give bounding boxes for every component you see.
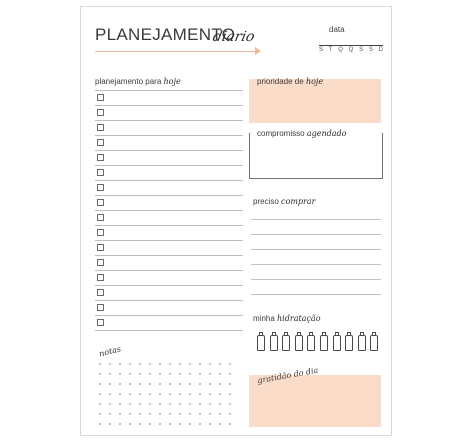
hydration-label: minha hidratação: [253, 314, 321, 323]
water-bottle-icon[interactable]: [294, 332, 303, 351]
weekday-sat[interactable]: S: [369, 47, 373, 53]
task-row[interactable]: [95, 241, 243, 256]
priority-label: prioridade de hoje: [257, 77, 323, 86]
weekday-tue[interactable]: T: [329, 47, 333, 53]
hydration-label-script: hidratação: [277, 314, 321, 323]
task-checkbox[interactable]: [97, 259, 104, 266]
appointments-box[interactable]: [249, 133, 383, 179]
title-underline: [95, 51, 259, 52]
task-checkbox[interactable]: [97, 319, 104, 326]
task-row[interactable]: [95, 166, 243, 181]
daily-planner-sheet: PLANEJAMENTO diario data S T Q Q S S D p…: [80, 6, 392, 436]
task-checkbox[interactable]: [97, 154, 104, 161]
weekday-thu[interactable]: Q: [349, 47, 354, 53]
title-arrow-icon: [255, 47, 261, 55]
task-row[interactable]: [95, 271, 243, 286]
priority-label-script: hoje: [305, 77, 324, 86]
shopping-line[interactable]: [251, 279, 381, 280]
task-checkbox[interactable]: [97, 199, 104, 206]
weekday-fri[interactable]: S: [359, 47, 363, 53]
water-bottle-icon[interactable]: [320, 332, 328, 351]
shopping-label: preciso comprar: [253, 197, 315, 206]
water-bottle-icon[interactable]: [307, 332, 316, 351]
task-checkbox[interactable]: [97, 274, 104, 281]
weekday-row: S T Q Q S S D: [319, 47, 383, 53]
task-checkbox[interactable]: [97, 169, 104, 176]
planning-label-text: planejamento para: [95, 77, 162, 86]
date-field-line[interactable]: [319, 45, 383, 46]
task-checkbox[interactable]: [97, 94, 104, 101]
task-row[interactable]: [95, 91, 243, 106]
water-bottle-icon[interactable]: [257, 332, 265, 351]
weekday-sun[interactable]: D: [379, 47, 383, 53]
task-row[interactable]: [95, 136, 243, 151]
task-row[interactable]: [95, 211, 243, 226]
task-row[interactable]: [95, 151, 243, 166]
water-bottle-icon[interactable]: [269, 332, 278, 351]
water-bottle-icon[interactable]: [282, 332, 291, 351]
task-checkbox[interactable]: [97, 184, 104, 191]
weekday-wed[interactable]: Q: [338, 47, 343, 53]
water-bottle-icon[interactable]: [345, 332, 354, 351]
weekday-mon[interactable]: S: [319, 47, 323, 53]
task-row[interactable]: [95, 196, 243, 211]
task-checkbox[interactable]: [97, 229, 104, 236]
task-row[interactable]: [95, 106, 243, 121]
shopping-label-script: comprar: [281, 197, 316, 206]
shopping-line[interactable]: [251, 264, 381, 265]
shopping-line[interactable]: [251, 249, 381, 250]
appointments-label: compromisso agendado: [257, 129, 350, 138]
notes-label: notas: [98, 344, 122, 359]
appointments-label-script: agendado: [306, 129, 347, 138]
shopping-label-text: preciso: [253, 197, 279, 206]
task-checkbox[interactable]: [97, 214, 104, 221]
shopping-line[interactable]: [251, 219, 381, 220]
task-row[interactable]: [95, 301, 243, 316]
task-checkbox[interactable]: [97, 289, 104, 296]
task-checkbox[interactable]: [97, 109, 104, 116]
task-checkbox[interactable]: [97, 304, 104, 311]
notes-dot-grid[interactable]: [95, 359, 235, 425]
planning-label: planejamento para hoje: [95, 77, 181, 86]
shopping-line[interactable]: [251, 234, 381, 235]
task-checkbox[interactable]: [97, 124, 104, 131]
task-checkbox[interactable]: [97, 244, 104, 251]
task-row[interactable]: [95, 256, 243, 271]
page-title-script: diario: [211, 29, 257, 45]
water-bottle-icon[interactable]: [370, 332, 379, 351]
hydration-label-text: minha: [253, 314, 275, 323]
task-checkbox[interactable]: [97, 139, 104, 146]
appointments-label-text: compromisso: [257, 129, 305, 138]
task-row[interactable]: [95, 286, 243, 301]
water-bottle-icon[interactable]: [332, 332, 341, 351]
date-label: data: [329, 25, 345, 34]
priority-label-text: prioridade de: [257, 77, 304, 86]
shopping-line[interactable]: [251, 294, 381, 295]
planning-label-script: hoje: [163, 77, 181, 86]
task-row[interactable]: [95, 121, 243, 136]
task-row[interactable]: [95, 316, 243, 331]
task-row[interactable]: [95, 226, 243, 241]
water-bottle-icon[interactable]: [357, 332, 366, 351]
task-row[interactable]: [95, 181, 243, 196]
